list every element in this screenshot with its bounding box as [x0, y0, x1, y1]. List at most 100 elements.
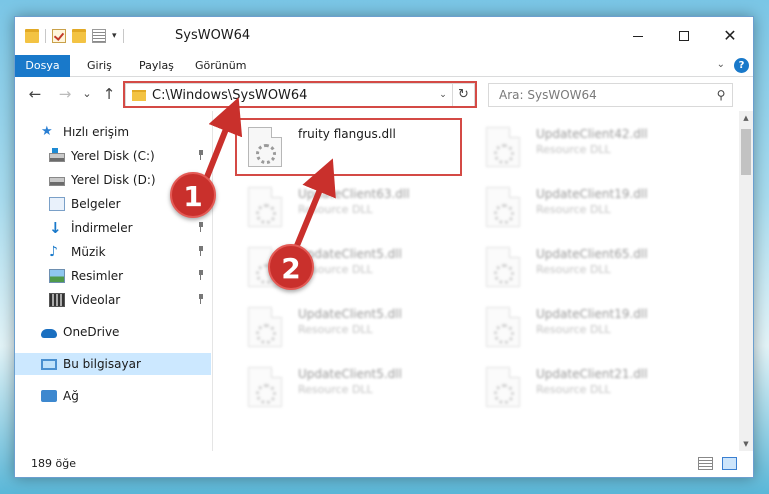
sidebar-item-label: Müzik — [71, 245, 106, 259]
pin-icon[interactable] — [197, 270, 205, 280]
sidebar-item-network[interactable]: Ağ — [15, 385, 211, 407]
sidebar-item-pictures[interactable]: Resimler — [15, 265, 211, 287]
file-type: Resource DLL — [298, 203, 373, 216]
file-name: UpdateClient5.dll — [298, 367, 402, 381]
pin-icon[interactable] — [197, 294, 205, 304]
minimize-button[interactable] — [615, 17, 661, 55]
star-icon: ★ — [41, 124, 53, 139]
dll-file-icon — [248, 187, 282, 227]
network-icon — [41, 390, 57, 402]
sidebar-item-label: Resimler — [71, 269, 124, 283]
large-icons-view-icon[interactable] — [722, 457, 737, 470]
window-title: SysWOW64 — [175, 28, 251, 43]
step-1-badge: 1 — [170, 172, 216, 218]
maximize-button[interactable] — [661, 17, 707, 55]
file-name: UpdateClient63.dll — [298, 187, 410, 201]
sidebar-item-label: OneDrive — [63, 325, 120, 339]
window-controls: ✕ — [615, 17, 753, 55]
sidebar-item-onedrive[interactable]: OneDrive — [15, 321, 211, 343]
tab-home[interactable]: Giriş — [87, 55, 112, 77]
scrollbar-thumb[interactable] — [741, 129, 751, 175]
dll-file-icon — [248, 367, 282, 407]
status-bar: 189 öğe — [15, 451, 753, 477]
dll-file-icon — [486, 367, 520, 407]
customize-toolbar-icon[interactable]: ▾ — [112, 31, 117, 41]
file-type: Resource DLL — [536, 143, 611, 156]
sidebar-item-music[interactable]: ♪ Müzik — [15, 241, 211, 263]
tab-file[interactable]: Dosya — [15, 55, 70, 77]
expand-ribbon-icon[interactable]: ⌄ — [717, 59, 725, 70]
details-view-icon[interactable] — [698, 457, 713, 470]
file-item[interactable]: UpdateClient19.dll Resource DLL — [466, 179, 688, 237]
pictures-icon — [49, 269, 65, 283]
list-properties-icon[interactable] — [92, 29, 106, 43]
sidebar-item-label: Bu bilgisayar — [63, 357, 141, 371]
vertical-scrollbar[interactable]: ▲ ▼ — [739, 111, 753, 451]
file-highlight — [235, 118, 462, 176]
search-box[interactable]: Ara: SysWOW64 ⚲ — [488, 83, 733, 107]
dll-file-icon — [486, 127, 520, 167]
search-icon[interactable]: ⚲ — [710, 88, 732, 102]
folder-icon — [25, 29, 39, 43]
file-name: UpdateClient65.dll — [536, 247, 648, 261]
search-input[interactable]: Ara: SysWOW64 — [489, 88, 710, 102]
dll-file-icon — [486, 247, 520, 287]
drive-c-icon — [49, 148, 65, 162]
minimize-icon — [633, 35, 643, 37]
file-item[interactable]: UpdateClient5.dll Resource DLL — [228, 359, 450, 417]
recent-locations-button[interactable]: ⌄ — [77, 84, 97, 104]
file-name: UpdateClient19.dll — [536, 187, 648, 201]
forward-button[interactable]: → — [55, 84, 75, 104]
dll-file-icon — [248, 307, 282, 347]
sidebar-item-drive-c[interactable]: Yerel Disk (C:) — [15, 145, 211, 167]
back-button[interactable]: ← — [25, 84, 45, 104]
sidebar-item-label: Hızlı erişim — [63, 125, 130, 139]
drive-d-icon — [49, 177, 65, 186]
close-button[interactable]: ✕ — [707, 17, 753, 55]
up-button[interactable]: ↑ — [99, 84, 119, 104]
address-bar-highlight — [123, 81, 477, 108]
file-type: Resource DLL — [536, 263, 611, 276]
scroll-down-icon[interactable]: ▼ — [739, 437, 753, 451]
sidebar-item-downloads[interactable]: ↓ İndirmeler — [15, 217, 211, 239]
dll-file-icon — [486, 307, 520, 347]
close-icon: ✕ — [723, 26, 737, 45]
pin-icon[interactable] — [197, 246, 205, 256]
sidebar-item-label: İndirmeler — [71, 221, 133, 235]
quick-access-toolbar: ▾ — [25, 29, 124, 43]
scroll-up-icon[interactable]: ▲ — [739, 111, 753, 125]
file-name: UpdateClient19.dll — [536, 307, 648, 321]
sidebar-item-quick-access[interactable]: ★ Hızlı erişim — [15, 121, 211, 143]
sidebar-item-label: Yerel Disk (C:) — [71, 149, 155, 163]
file-name: UpdateClient21.dll — [536, 367, 648, 381]
sidebar-item-label: Ağ — [63, 389, 79, 403]
help-icon[interactable]: ? — [734, 58, 749, 73]
file-item[interactable]: UpdateClient42.dll Resource DLL — [466, 119, 688, 177]
tab-view[interactable]: Görünüm — [195, 55, 246, 77]
file-item[interactable]: UpdateClient21.dll Resource DLL — [466, 359, 688, 417]
file-type: Resource DLL — [536, 383, 611, 396]
file-item[interactable]: UpdateClient19.dll Resource DLL — [466, 299, 688, 357]
title-bar: ▾ SysWOW64 ✕ — [15, 17, 753, 55]
toolbar-divider — [122, 29, 124, 43]
toolbar-divider — [45, 29, 46, 43]
file-item[interactable]: UpdateClient65.dll Resource DLL — [466, 239, 688, 297]
file-name: UpdateClient5.dll — [298, 307, 402, 321]
new-folder-icon[interactable] — [72, 29, 86, 43]
dll-file-icon — [486, 187, 520, 227]
item-count: 189 öğe — [31, 457, 76, 470]
tab-share[interactable]: Paylaş — [139, 55, 174, 77]
sidebar-item-videos[interactable]: Videolar — [15, 289, 211, 311]
properties-check-icon[interactable] — [52, 29, 66, 43]
sidebar-item-this-pc[interactable]: Bu bilgisayar — [15, 353, 211, 375]
this-pc-icon — [41, 358, 57, 370]
maximize-icon — [679, 31, 689, 41]
file-item[interactable]: UpdateClient63.dll Resource DLL — [228, 179, 450, 237]
videos-icon — [49, 293, 65, 307]
pin-icon[interactable] — [197, 150, 205, 160]
pin-icon[interactable] — [197, 222, 205, 232]
file-item[interactable]: UpdateClient5.dll Resource DLL — [228, 239, 450, 297]
file-type: Resource DLL — [536, 323, 611, 336]
ribbon-tabs: Dosya Giriş Paylaş Görünüm ⌄ ? — [15, 55, 753, 77]
file-item[interactable]: UpdateClient5.dll Resource DLL — [228, 299, 450, 357]
